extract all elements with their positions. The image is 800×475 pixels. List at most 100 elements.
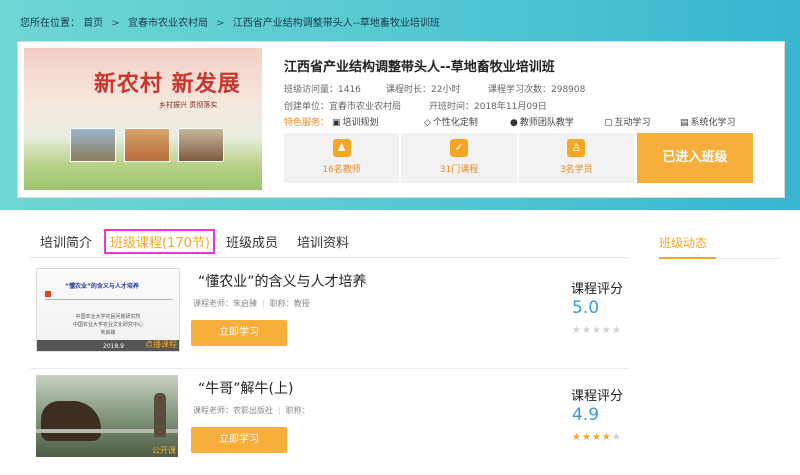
- team-icon: ●: [510, 118, 518, 128]
- breadcrumb: 您所在位置： 首页 > 宜春市农业农村局 > 江西省产业结构调整带头人--草地畜…: [20, 14, 440, 29]
- course-type-badge: 点播课程: [145, 340, 177, 349]
- feature-label: 教师团队教学: [519, 118, 574, 128]
- document-icon: ▤: [680, 118, 689, 128]
- feature-training-plan: ▣ 培训规划: [332, 115, 379, 128]
- course-title[interactable]: “懂农业”的含义与人才培养: [198, 271, 367, 291]
- class-activity-title[interactable]: 班级动态: [659, 234, 707, 251]
- meta-separator: |: [278, 406, 281, 415]
- class-meta-row-2: 创建单位：宜春市农业农村局 开班时间：2018年11月09日: [284, 99, 774, 112]
- tab-class-courses[interactable]: 班级课程(170节): [104, 229, 215, 254]
- breadcrumb-separator: >: [111, 18, 120, 29]
- thumbnail-person: [154, 393, 166, 437]
- course-item: “懂农业”的含义与人才培养 中国农业大学农民问题研究所 中国农业大学农业文化研究…: [30, 268, 628, 369]
- open-time: 开班时间：2018年11月09日: [429, 102, 547, 112]
- course-rating-value: 5.0: [572, 298, 600, 318]
- star-icon: ★: [572, 432, 582, 443]
- course-rating-label: 课程评分: [571, 282, 624, 297]
- meta-separator: |: [262, 299, 265, 308]
- class-banner-image: 新农村 新发展 乡村振兴 贯彻落实: [24, 48, 262, 190]
- class-activity-panel: 班级动态: [659, 232, 779, 259]
- course-icon: ✓: [449, 139, 468, 157]
- thumbnail-lines: 中国农业大学农民问题研究所 中国农业大学农业文化研究中心 朱启臻: [63, 313, 153, 337]
- stat-students[interactable]: ♙ 3名学员: [518, 133, 634, 183]
- course-type-badge: 公开课: [152, 446, 176, 455]
- entered-class-button[interactable]: 已进入班级: [637, 133, 753, 183]
- course-thumbnail[interactable]: “懂农业”的含义与人才培养 中国农业大学农民问题研究所 中国农业大学农业文化研究…: [36, 268, 180, 352]
- breadcrumb-bureau[interactable]: 宜春市农业农村局: [128, 18, 208, 29]
- class-header: 您所在位置： 首页 > 宜春市农业农村局 > 江西省产业结构调整带头人--草地畜…: [0, 0, 800, 210]
- thumbnail-line: 中国农业大学农民问题研究所: [75, 314, 141, 320]
- visit-count: 班级访问量：1416: [284, 85, 361, 95]
- class-card: 新农村 新发展 乡村振兴 贯彻落实 江西省产业结构调整带头人--草地畜牧业培训班…: [17, 41, 785, 198]
- course-title[interactable]: “牛哥”解牛(上): [198, 378, 293, 398]
- stat-courses-label: 31门课程: [439, 165, 479, 175]
- banner-slogan: 新农村 新发展: [94, 72, 241, 97]
- thumbnail-animal: [41, 401, 101, 441]
- diamond-icon: ◇: [424, 118, 431, 128]
- breadcrumb-home[interactable]: 首页: [83, 18, 103, 29]
- breadcrumb-prefix: 您所在位置：: [20, 18, 80, 29]
- tab-training-materials[interactable]: 培训资料: [297, 232, 349, 251]
- teacher-icon: ♟: [332, 139, 351, 157]
- course-teacher: 课程老师：朱启臻: [193, 299, 257, 308]
- banner-photo-harvest: [124, 128, 170, 162]
- class-info: 江西省产业结构调整带头人--草地畜牧业培训班 班级访问量：1416 课程时长：2…: [284, 56, 774, 112]
- thumbnail-bullet: [45, 291, 51, 297]
- star-icon: ★: [572, 325, 582, 336]
- features-row: 特色服务： ▣ 培训规划 ◇ 个性化定制 ● 教师团队教学 ▢ 互动学习 ▤ 系统化学习: [284, 115, 774, 128]
- interaction-icon: ▢: [604, 118, 613, 128]
- study-now-button[interactable]: 立即学习: [191, 320, 287, 346]
- banner-photo-field: [70, 128, 116, 162]
- stat-courses[interactable]: ✓ 31门课程: [401, 133, 517, 183]
- rating-stars: ★★★★★: [572, 325, 622, 336]
- course-meta: 课程老师：农影出版社 | 职称：: [193, 405, 310, 416]
- feature-label: 系统化学习: [690, 118, 736, 128]
- course-rating-label: 课程评分: [571, 389, 624, 404]
- stat-teachers[interactable]: ♟ 16名教师: [284, 133, 400, 183]
- tab-training-intro[interactable]: 培训简介: [40, 232, 92, 251]
- course-rank: 职称：教授: [269, 299, 310, 308]
- course-meta: 课程老师：朱启臻 | 职称：教授: [193, 298, 310, 309]
- calendar-icon: ▣: [332, 118, 341, 128]
- feature-customization: ◇ 个性化定制: [424, 115, 478, 128]
- study-now-button[interactable]: 立即学习: [191, 427, 287, 453]
- star-icon: ★: [601, 325, 612, 336]
- course-rank: 职称：: [285, 406, 310, 415]
- banner-subtext: 乡村振兴 贯彻落实: [159, 101, 218, 109]
- feature-label: 个性化定制: [432, 118, 478, 128]
- class-title: 江西省产业结构调整带头人--草地畜牧业培训班: [284, 60, 555, 75]
- class-tabs: 培训简介 班级课程(170节) 班级成员 培训资料: [30, 224, 628, 258]
- thumbnail-date: 2018.9: [103, 343, 124, 350]
- breadcrumb-current: 江西省产业结构调整带头人--草地畜牧业培训班: [232, 18, 440, 29]
- features-label: 特色服务：: [284, 118, 330, 128]
- stat-students-label: 3名学员: [559, 165, 593, 175]
- class-meta-row-1: 班级访问量：1416 课程时长：22小时 课程学习次数：298908: [284, 82, 774, 95]
- course-rating-value: 4.9: [572, 405, 600, 425]
- feature-team-teaching: ● 教师团队教学: [510, 115, 574, 128]
- rating-stars: ★★★★★: [572, 432, 622, 443]
- course-duration: 课程时长：22小时: [386, 85, 461, 95]
- thumbnail-title: “懂农业”的含义与人才培养: [65, 283, 139, 290]
- star-icon: ★: [601, 432, 612, 443]
- feature-interactive: ▢ 互动学习: [604, 115, 651, 128]
- stat-teachers-label: 16名教师: [322, 165, 361, 175]
- course-item: 公开课 “牛哥”解牛(上) 课程老师：农影出版社 | 职称： 立即学习 课程评分 4…: [30, 375, 628, 475]
- star-icon: ★: [591, 325, 602, 336]
- breadcrumb-separator: >: [216, 18, 225, 29]
- class-stats: ♟ 16名教师 ✓ 31门课程 ♙ 3名学员: [284, 133, 636, 183]
- class-activity-underline: [659, 257, 716, 259]
- feature-label: 培训规划: [342, 118, 379, 128]
- feature-systematic: ▤ 系统化学习: [680, 115, 736, 128]
- thumbnail-line: 中国农业大学农业文化研究中心: [72, 322, 143, 328]
- student-icon: ♙: [567, 139, 586, 157]
- course-teacher: 课程老师：农影出版社: [193, 406, 273, 415]
- feature-label: 互动学习: [614, 118, 651, 128]
- star-icon: ★: [611, 432, 622, 443]
- study-count: 课程学习次数：298908: [488, 85, 586, 95]
- star-icon: ★: [581, 325, 592, 336]
- star-icon: ★: [611, 325, 622, 336]
- thumbnail-divider: [45, 299, 173, 300]
- course-thumbnail[interactable]: 公开课: [36, 375, 178, 457]
- banner-photo-tractor: [178, 128, 224, 162]
- tab-class-members[interactable]: 班级成员: [226, 232, 278, 251]
